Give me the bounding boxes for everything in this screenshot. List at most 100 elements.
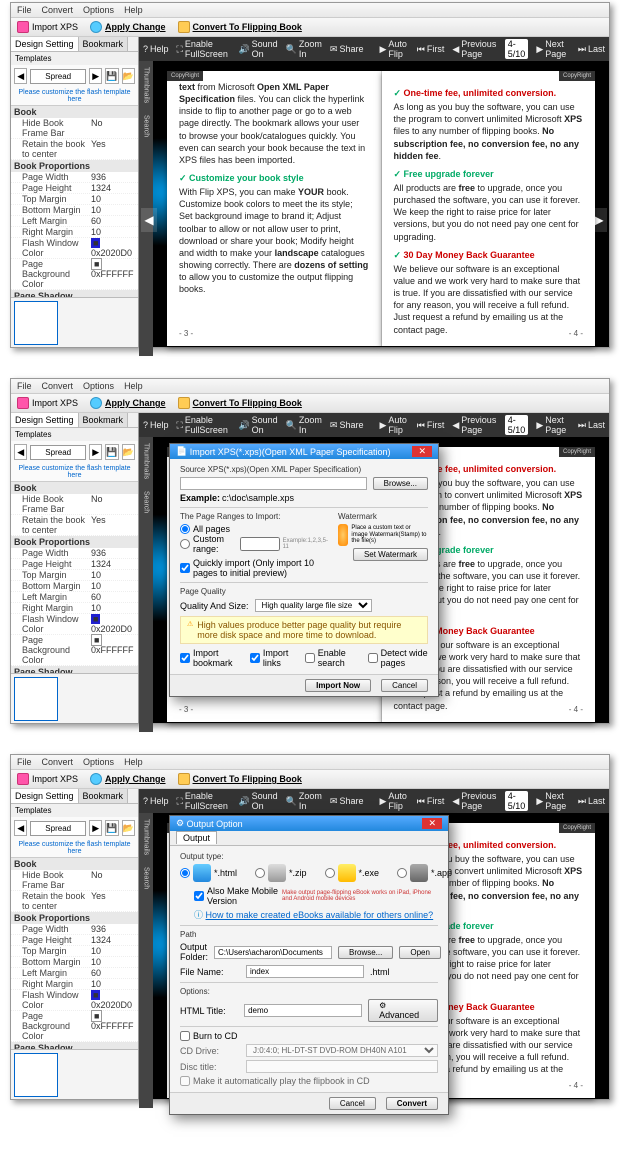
template-fwd-button[interactable]: ▶ [89, 444, 102, 460]
close-button[interactable]: ✕ [422, 818, 442, 829]
tab-design[interactable]: Design Setting [11, 37, 79, 51]
tab-bookmark[interactable]: Bookmark [79, 37, 129, 51]
apply-change-button[interactable]: Apply Change [90, 21, 166, 33]
prop-val[interactable]: ■ 0xFFFFFF [91, 259, 135, 289]
menu-options[interactable]: Options [83, 5, 114, 15]
prop-val[interactable]: 10 [91, 194, 135, 204]
menu-convert[interactable]: Convert [42, 5, 74, 15]
html-title-input[interactable] [244, 1004, 362, 1017]
next-button[interactable]: ▶ Next Page [536, 415, 570, 435]
custom-range-input[interactable] [240, 537, 280, 551]
template-back-button[interactable]: ◀ [14, 68, 27, 84]
zoom-button[interactable]: 🔍 Zoom In [286, 791, 322, 811]
group-book[interactable]: Book [11, 858, 138, 870]
prop-val[interactable]: 10 [91, 946, 135, 956]
group-pageshadow[interactable]: Page Shadow [11, 290, 138, 297]
autoflip-button[interactable]: ▶ Auto Flip [380, 415, 409, 435]
prop-val[interactable]: ■ 0x2020D0 [91, 990, 135, 1010]
apply-change-button[interactable]: Apply Change [90, 773, 166, 785]
template-save-button[interactable]: 💾 [105, 68, 118, 84]
out-app[interactable]: *.app [397, 864, 452, 882]
share-button[interactable]: ✉ Share [330, 44, 364, 55]
group-book[interactable]: Book [11, 482, 138, 494]
prop-val[interactable]: 936 [91, 924, 135, 934]
autoplay-check[interactable]: Make it automatically play the flipbook … [180, 1076, 438, 1086]
template-open-button[interactable]: 📂 [122, 68, 135, 84]
menu-file[interactable]: File [17, 381, 32, 391]
group-pageshadow[interactable]: Page Shadow [11, 1042, 138, 1049]
fullscreen-button[interactable]: ⛶ Enable FullScreen [177, 39, 231, 59]
convert-button[interactable]: Convert To Flipping Book [178, 397, 302, 409]
filename-input[interactable] [246, 965, 364, 978]
out-zip[interactable]: *.zip [255, 864, 307, 882]
prop-val[interactable]: 10 [91, 227, 135, 237]
fullscreen-button[interactable]: ⛶ Enable FullScreen [177, 415, 231, 435]
fullscreen-button[interactable]: ⛶ Enable FullScreen [177, 791, 231, 811]
share-button[interactable]: ✉ Share [330, 420, 364, 431]
tab-bookmark[interactable]: Bookmark [79, 789, 129, 803]
template-save-button[interactable]: 💾 [105, 444, 118, 460]
template-save-button[interactable]: 💾 [105, 820, 118, 836]
import-links-check[interactable]: Import links [250, 648, 291, 668]
prop-val[interactable]: ■ 0x2020D0 [91, 238, 135, 258]
browse-button[interactable]: Browse... [373, 477, 428, 490]
prop-val[interactable]: 10 [91, 979, 135, 989]
group-bookprop[interactable]: Book Proportions [11, 160, 138, 172]
out-exe[interactable]: *.exe [325, 864, 380, 882]
prop-val[interactable]: ■ 0xFFFFFF [91, 1011, 135, 1041]
last-button[interactable]: ⏭ Last [578, 796, 605, 807]
template-name[interactable]: Spread [30, 445, 86, 460]
prop-val[interactable]: 936 [91, 172, 135, 182]
sound-button[interactable]: 🔊 Sound On [238, 39, 277, 59]
template-open-button[interactable]: 📂 [122, 444, 135, 460]
mobile-check[interactable]: Also Make Mobile Version Make output pag… [194, 886, 438, 906]
import-xps-button[interactable]: Import XPS [17, 21, 78, 33]
out-html[interactable]: *.html [180, 864, 237, 882]
menu-help[interactable]: Help [124, 381, 143, 391]
autoflip-button[interactable]: ▶ Auto Flip [380, 39, 409, 59]
close-button[interactable]: ✕ [412, 446, 432, 457]
template-fwd-button[interactable]: ▶ [89, 820, 102, 836]
prop-val[interactable]: Yes [91, 891, 135, 911]
prop-val[interactable]: 10 [91, 581, 135, 591]
group-book[interactable]: Book [11, 106, 138, 118]
menu-file[interactable]: File [17, 757, 32, 767]
tab-design[interactable]: Design Setting [11, 413, 79, 427]
properties-tree[interactable]: Book Hide Book Frame BarNo Retain the bo… [11, 858, 138, 1049]
prev-button[interactable]: ◀ Previous Page [452, 39, 496, 59]
preview-thumb[interactable] [14, 677, 58, 721]
radio-all[interactable]: All pages [180, 524, 328, 534]
search-tab[interactable]: Search [143, 491, 150, 513]
prop-val[interactable]: No [91, 494, 135, 514]
prop-val[interactable]: 1324 [91, 935, 135, 945]
prop-val[interactable]: No [91, 870, 135, 890]
tab-bookmark[interactable]: Bookmark [79, 413, 129, 427]
convert-button[interactable]: Convert To Flipping Book [178, 21, 302, 33]
template-open-button[interactable]: 📂 [122, 820, 135, 836]
template-name[interactable]: Spread [30, 821, 86, 836]
prop-val[interactable]: Yes [91, 139, 135, 159]
group-pageshadow[interactable]: Page Shadow [11, 666, 138, 673]
prop-val[interactable]: 936 [91, 548, 135, 558]
prop-val[interactable]: 10 [91, 957, 135, 967]
zoom-button[interactable]: 🔍 Zoom In [286, 415, 322, 435]
template-back-button[interactable]: ◀ [14, 820, 27, 836]
detect-wide-check[interactable]: Detect wide pages [368, 648, 428, 668]
properties-tree[interactable]: Book Hide Book Frame BarNo Retain the bo… [11, 482, 138, 673]
search-tab[interactable]: Search [143, 867, 150, 889]
prev-button[interactable]: ◀ Previous Page [452, 791, 496, 811]
help-button[interactable]: ? Help [143, 796, 169, 806]
prop-val[interactable]: 60 [91, 216, 135, 226]
prop-val[interactable]: No [91, 118, 135, 138]
menu-options[interactable]: Options [83, 757, 114, 767]
import-xps-button[interactable]: Import XPS [17, 773, 78, 785]
prev-button[interactable]: ◀ Previous Page [452, 415, 496, 435]
preview-thumb[interactable] [14, 301, 58, 345]
burn-check[interactable]: Burn to CD [180, 1031, 438, 1041]
source-input[interactable] [180, 477, 367, 490]
prop-val[interactable]: ■ 0x2020D0 [91, 614, 135, 634]
import-now-button[interactable]: Import Now [305, 679, 371, 692]
page-indicator[interactable]: 4-5/10 [505, 39, 529, 59]
output-folder-input[interactable] [214, 946, 332, 959]
properties-tree[interactable]: Book Hide Book Frame BarNo Retain the bo… [11, 106, 138, 297]
